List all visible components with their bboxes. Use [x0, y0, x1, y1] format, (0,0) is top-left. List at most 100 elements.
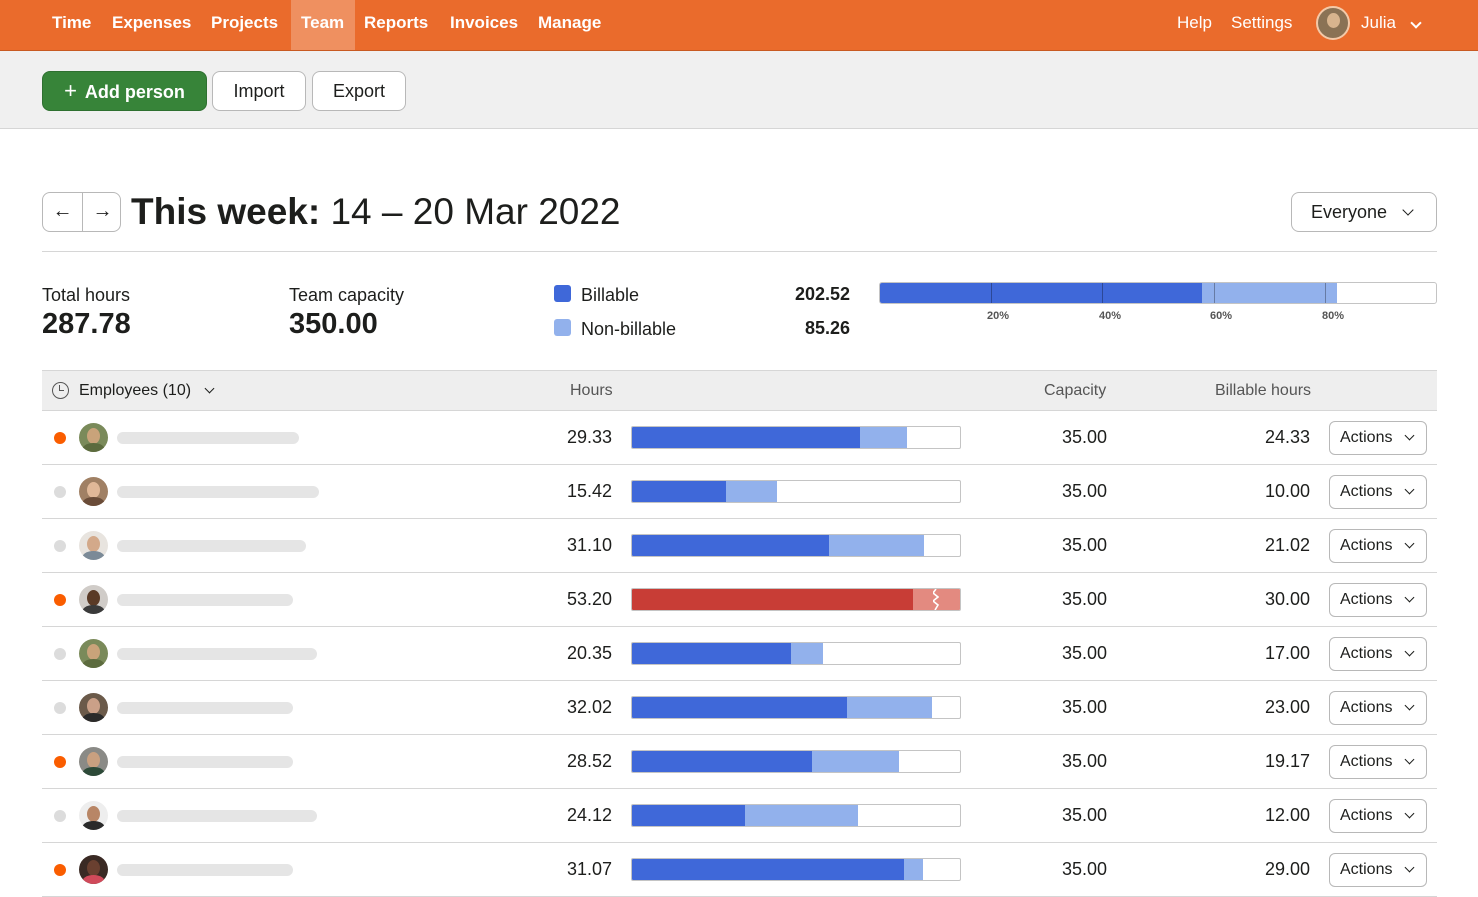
divider [42, 251, 1437, 252]
employee-name-placeholder[interactable] [117, 864, 293, 876]
nav-manage[interactable]: Manage [528, 0, 611, 50]
nonbillable-segment [791, 643, 823, 664]
clock-icon [52, 382, 69, 399]
nonbillable-segment [829, 535, 924, 556]
employee-name-placeholder[interactable] [117, 756, 293, 768]
chevron-down-icon [1404, 808, 1415, 819]
employees-header-label: Employees (10) [79, 382, 192, 399]
nav-team[interactable]: Team [291, 0, 355, 50]
nav-projects[interactable]: Projects [201, 0, 288, 50]
team-capacity-label: Team capacity [289, 285, 405, 305]
chevron-down-icon [1404, 430, 1415, 441]
actions-button[interactable]: Actions [1329, 529, 1427, 563]
billable-hours-value: 17.00 [1264, 643, 1310, 663]
actions-button[interactable]: Actions [1329, 421, 1427, 455]
export-button[interactable]: Export [312, 71, 406, 111]
tick-label: 80% [1321, 310, 1345, 322]
chevron-down-icon [1404, 862, 1415, 873]
employee-name-placeholder[interactable] [117, 648, 317, 660]
tick-line [1324, 283, 1326, 303]
actions-button[interactable]: Actions [1329, 691, 1427, 725]
actions-button[interactable]: Actions [1329, 853, 1427, 887]
billable-total: 202.52 [794, 284, 850, 304]
team-filter-select[interactable]: Everyone [1291, 192, 1437, 232]
employee-name-placeholder[interactable] [117, 540, 306, 552]
page-title-range: 14 – 20 Mar 2022 [330, 191, 621, 232]
billable-segment [632, 427, 860, 448]
employee-name-placeholder[interactable] [117, 432, 299, 444]
billable-segment [632, 751, 812, 772]
nav-reports[interactable]: Reports [354, 0, 438, 50]
tick-label: 40% [1098, 310, 1122, 322]
billable-segment [632, 643, 792, 664]
user-avatar[interactable] [1316, 6, 1350, 40]
status-dot [54, 810, 66, 822]
billable-segment [632, 535, 830, 556]
hours-value: 15.42 [566, 481, 612, 501]
status-dot [54, 864, 66, 876]
hours-bar [631, 642, 961, 665]
actions-button[interactable]: Actions [1329, 583, 1427, 617]
employee-name-placeholder[interactable] [117, 702, 293, 714]
hours-bar [631, 696, 961, 719]
billable-segment [632, 697, 848, 718]
actions-button[interactable]: Actions [1329, 475, 1427, 509]
total-hours-value: 287.78 [42, 308, 131, 340]
add-person-button[interactable]: + Add person [42, 71, 207, 111]
hours-bar [631, 426, 961, 449]
hours-value: 31.07 [566, 859, 612, 879]
status-dot [54, 702, 66, 714]
nonbillable-segment [903, 859, 924, 880]
prev-week-arrow-icon[interactable]: ← [43, 193, 82, 231]
actions-label: Actions [1340, 753, 1393, 770]
status-dot [54, 756, 66, 768]
nav-help[interactable]: Help [1177, 0, 1212, 50]
nav-expenses[interactable]: Expenses [102, 0, 201, 50]
summary-progress-bar [879, 282, 1437, 304]
user-name[interactable]: Julia [1361, 0, 1396, 50]
avatar [79, 477, 108, 506]
billable-hours-value: 23.00 [1264, 697, 1310, 717]
hours-value: 24.12 [566, 805, 612, 825]
billable-hours-header: Billable hours [1215, 382, 1312, 399]
tick-label: 20% [986, 310, 1010, 322]
nav-time[interactable]: Time [42, 0, 101, 50]
chevron-down-icon [1404, 484, 1415, 495]
actions-button[interactable]: Actions [1329, 637, 1427, 671]
import-button[interactable]: Import [212, 71, 306, 111]
summary-nonbillable-segment [1201, 283, 1338, 303]
avatar [79, 531, 108, 560]
nonbillable-segment [744, 805, 858, 826]
avatar [79, 747, 108, 776]
table-header: Employees (10) Hours Capacity Billable h… [42, 370, 1437, 411]
nav-invoices[interactable]: Invoices [440, 0, 528, 50]
hours-bar [631, 804, 961, 827]
employees-header[interactable]: Employees (10) [79, 371, 214, 410]
avatar [79, 639, 108, 668]
status-dot [54, 648, 66, 660]
billable-hours-value: 29.00 [1264, 859, 1310, 879]
table-row: 31.07 35.00 29.00 Actions [42, 843, 1437, 897]
avatar [79, 801, 108, 830]
employee-name-placeholder[interactable] [117, 486, 319, 498]
user-menu-chevron-icon[interactable] [1410, 14, 1424, 29]
billable-segment [632, 859, 904, 880]
chevron-down-icon [204, 383, 214, 394]
nonbillable-segment [725, 481, 777, 502]
table-row: 32.02 35.00 23.00 Actions [42, 681, 1437, 735]
avatar [79, 693, 108, 722]
actions-label: Actions [1340, 483, 1393, 500]
actions-button[interactable]: Actions [1329, 745, 1427, 779]
next-week-arrow-icon[interactable]: → [83, 193, 122, 231]
nav-settings[interactable]: Settings [1231, 0, 1292, 50]
nonbillable-segment [847, 697, 933, 718]
chevron-down-icon [1404, 646, 1415, 657]
actions-button[interactable]: Actions [1329, 799, 1427, 833]
billable-legend-label: Billable [581, 285, 640, 305]
employee-name-placeholder[interactable] [117, 810, 317, 822]
table-row: 29.33 35.00 24.33 Actions [42, 411, 1437, 465]
nonbillable-total: 85.26 [804, 318, 850, 338]
employee-name-placeholder[interactable] [117, 594, 293, 606]
billable-hours-value: 10.00 [1264, 481, 1310, 501]
table-row: 15.42 35.00 10.00 Actions [42, 465, 1437, 519]
